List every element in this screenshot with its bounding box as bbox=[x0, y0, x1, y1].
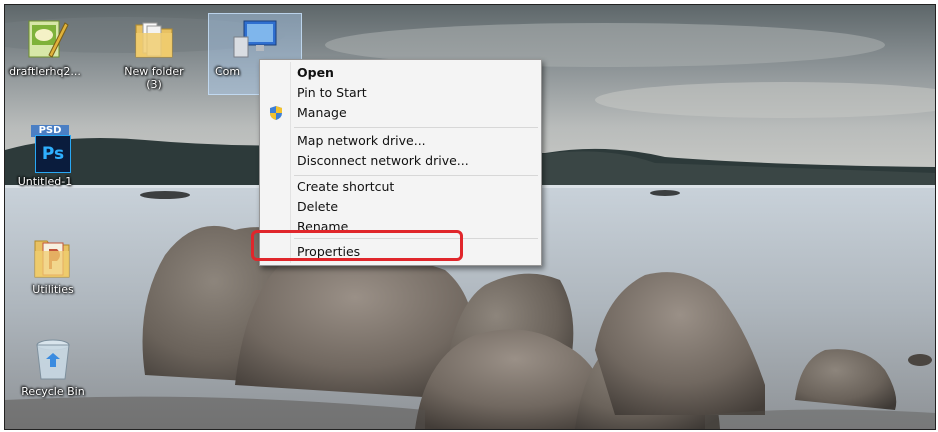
menu-item-map-network-drive[interactable]: Map network drive... bbox=[297, 131, 426, 151]
desktop-icon-label: Utilities bbox=[32, 283, 74, 296]
ps-logo: Ps bbox=[35, 135, 71, 173]
desktop-screenshot: draftlerhq2... New folder (3) Com PSD Ps… bbox=[4, 4, 936, 430]
properties-highlight-outline bbox=[251, 230, 463, 261]
menu-item-create-shortcut[interactable]: Create shortcut bbox=[297, 177, 394, 197]
menu-item-disconnect-network-drive[interactable]: Disconnect network drive... bbox=[297, 151, 469, 171]
computer-icon bbox=[230, 15, 278, 63]
desktop-icon-recycle-bin[interactable]: Recycle Bin bbox=[10, 335, 96, 398]
desktop-icon-draftlerhq[interactable]: draftlerhq2... bbox=[5, 15, 88, 78]
menu-separator bbox=[294, 175, 538, 176]
desktop-icon-label: draftlerhq2... bbox=[9, 65, 81, 78]
desktop-icon-new-folder[interactable]: New folder (3) bbox=[111, 15, 197, 91]
menu-item-open[interactable]: Open bbox=[297, 63, 334, 83]
photoshop-psd-icon: PSD Ps bbox=[21, 125, 71, 173]
desktop-icon-utilities[interactable]: Utilities bbox=[10, 233, 96, 296]
menu-item-delete[interactable]: Delete bbox=[297, 197, 338, 217]
desktop-icon-label: Recycle Bin bbox=[21, 385, 85, 398]
desktop-icon-label: Untitled-1 bbox=[17, 175, 73, 188]
menu-item-manage[interactable]: Manage bbox=[297, 103, 347, 123]
menu-separator bbox=[294, 127, 538, 128]
menu-item-pin-to-start[interactable]: Pin to Start bbox=[297, 83, 367, 103]
folder-icon bbox=[29, 233, 77, 281]
desktop-icon-untitled-psd[interactable]: PSD Ps Untitled-1 bbox=[5, 125, 88, 188]
recycle-bin-icon bbox=[29, 335, 77, 383]
notepad-document-icon bbox=[21, 15, 69, 63]
uac-shield-icon bbox=[268, 105, 284, 121]
folder-icon bbox=[130, 15, 178, 63]
desktop-icon-label: New folder (3) bbox=[124, 65, 184, 91]
